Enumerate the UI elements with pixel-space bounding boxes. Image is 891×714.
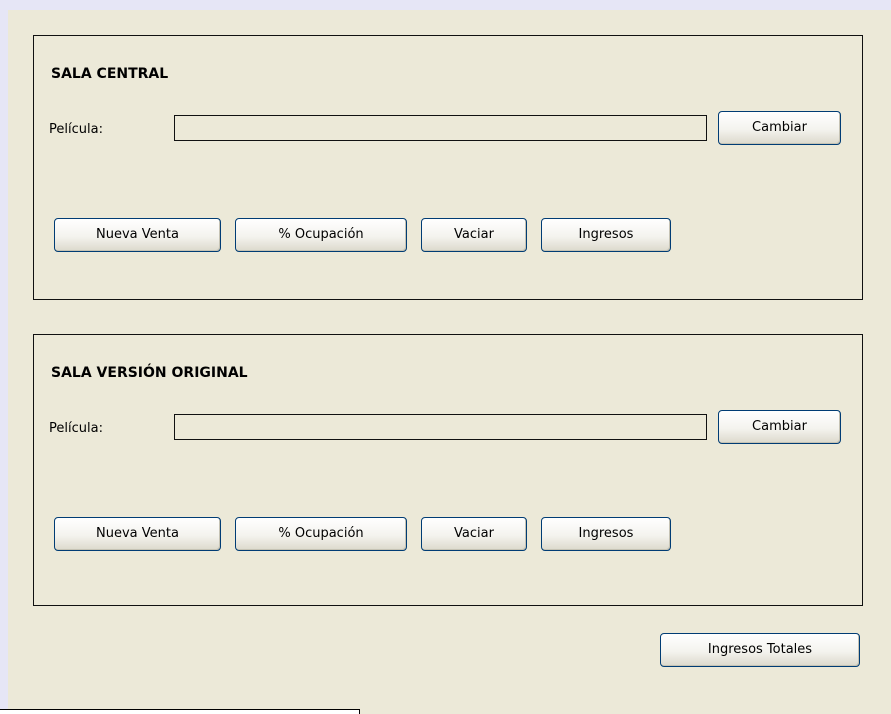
cambiar-button[interactable]: Cambiar (718, 410, 841, 444)
pelicula-label: Película: (49, 421, 103, 436)
vaciar-button[interactable]: Vaciar (421, 517, 527, 551)
ingresos-totales-button[interactable]: Ingresos Totales (660, 633, 860, 667)
ingresos-button[interactable]: Ingresos (541, 218, 671, 252)
bottom-divider (0, 709, 360, 710)
sala-central-panel: SALA CENTRAL Película: Cambiar Nueva Ven… (33, 35, 863, 300)
bottom-edge (0, 710, 360, 714)
panel-title: SALA CENTRAL (51, 66, 169, 82)
bottom-divider-tick (359, 709, 360, 714)
ingresos-button[interactable]: Ingresos (541, 517, 671, 551)
pelicula-field[interactable] (174, 414, 707, 440)
panel-title: SALA VERSIÓN ORIGINAL (51, 365, 248, 381)
cambiar-button[interactable]: Cambiar (718, 111, 841, 145)
pelicula-field[interactable] (174, 115, 707, 141)
vaciar-button[interactable]: Vaciar (421, 218, 527, 252)
ocupacion-button[interactable]: % Ocupación (235, 517, 407, 551)
nueva-venta-button[interactable]: Nueva Venta (54, 517, 221, 551)
ocupacion-button[interactable]: % Ocupación (235, 218, 407, 252)
nueva-venta-button[interactable]: Nueva Venta (54, 218, 221, 252)
pelicula-label: Película: (49, 122, 103, 137)
sala-version-original-panel: SALA VERSIÓN ORIGINAL Película: Cambiar … (33, 334, 863, 606)
